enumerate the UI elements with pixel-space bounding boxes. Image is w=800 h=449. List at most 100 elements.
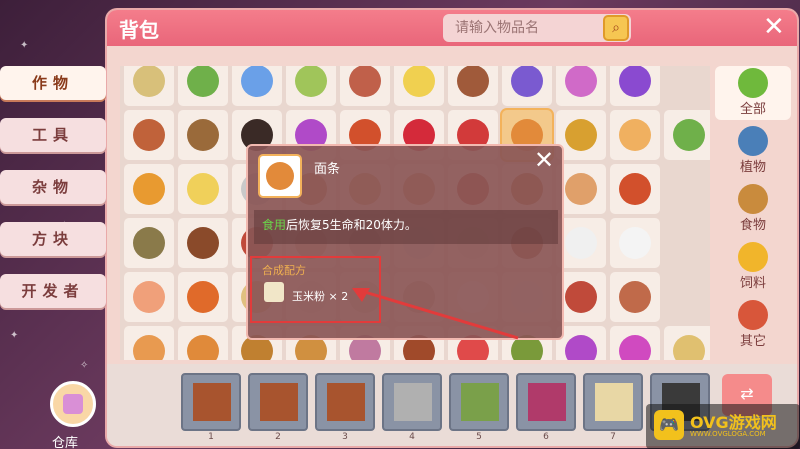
sidebar-item-3[interactable]: 方块 xyxy=(0,222,106,256)
category-2[interactable]: 食物 xyxy=(715,182,791,236)
item-icon xyxy=(619,119,651,151)
tent-icon xyxy=(595,383,633,421)
sidebar-item-4[interactable]: 开发者 xyxy=(0,274,106,308)
item-slot[interactable] xyxy=(286,66,336,106)
hotbar-slot[interactable] xyxy=(248,373,308,431)
bamboo-icon xyxy=(461,383,499,421)
item-slot[interactable] xyxy=(124,326,174,360)
item-icon xyxy=(511,66,543,97)
magnifier-icon[interactable]: ⌕ xyxy=(603,15,629,41)
category-label: 食物 xyxy=(739,218,766,233)
item-description: 食用后恢复5生命和20体力。 xyxy=(262,216,417,233)
item-slot[interactable] xyxy=(610,164,660,214)
item-slot[interactable] xyxy=(124,272,174,322)
item-icon xyxy=(565,173,597,205)
item-icon xyxy=(187,335,219,360)
item-slot[interactable] xyxy=(178,272,228,322)
slot-number: 1 xyxy=(208,432,214,442)
item-slot[interactable] xyxy=(610,110,660,160)
stone-block-icon xyxy=(394,383,432,421)
sidebar-item-1[interactable]: 工具 xyxy=(0,118,106,152)
item-icon xyxy=(133,173,165,205)
category-1[interactable]: 植物 xyxy=(715,124,791,178)
item-icon xyxy=(187,281,219,313)
category-3[interactable]: 饲料 xyxy=(715,240,791,294)
item-icon xyxy=(673,335,705,360)
sidebar-item-2[interactable]: 杂物 xyxy=(0,170,106,204)
item-slot[interactable] xyxy=(610,326,660,360)
cucumber-icon xyxy=(738,68,768,98)
sparkle-icon: ✦ xyxy=(20,40,29,51)
hotbar-slot[interactable] xyxy=(516,373,576,431)
close-icon[interactable]: ✕ xyxy=(763,12,785,42)
hotbar-slot[interactable] xyxy=(181,373,241,431)
hotbar-slot[interactable] xyxy=(382,373,442,431)
item-slot[interactable] xyxy=(178,66,228,106)
item-slot[interactable] xyxy=(178,326,228,360)
slot-number: 6 xyxy=(543,432,549,442)
item-icon xyxy=(187,66,219,97)
item-icon xyxy=(187,227,219,259)
item-icon xyxy=(619,227,651,259)
sidebar-item-0[interactable]: 作物 xyxy=(0,66,106,100)
item-icon xyxy=(565,119,597,151)
slot-number: 4 xyxy=(409,432,415,442)
item-slot[interactable] xyxy=(178,164,228,214)
noodle-bowl-icon xyxy=(266,162,294,190)
item-icon xyxy=(133,66,165,97)
close-icon[interactable]: ✕ xyxy=(534,146,554,174)
item-slot[interactable] xyxy=(124,164,174,214)
sparkle-icon: ✧ xyxy=(80,360,89,371)
feed-icon xyxy=(738,242,768,272)
item-icon xyxy=(619,173,651,205)
item-icon xyxy=(619,335,651,360)
item-icon xyxy=(241,66,273,97)
hotbar-slot[interactable] xyxy=(315,373,375,431)
item-name: 面条 xyxy=(314,162,341,177)
slot-number: 2 xyxy=(275,432,281,442)
item-icon xyxy=(565,227,597,259)
item-slot[interactable] xyxy=(610,66,660,106)
item-slot[interactable] xyxy=(124,66,174,106)
item-slot[interactable] xyxy=(664,110,710,160)
item-thumbnail xyxy=(258,154,302,198)
desc-keyword: 食用 xyxy=(262,218,287,232)
item-slot[interactable] xyxy=(664,326,710,360)
category-label: 植物 xyxy=(739,160,766,175)
category-4[interactable]: 其它 xyxy=(715,298,791,352)
item-icon xyxy=(133,227,165,259)
item-icon xyxy=(349,66,381,97)
item-slot[interactable] xyxy=(556,66,606,106)
dirt-block-icon xyxy=(327,383,365,421)
pointer-arrow xyxy=(352,288,519,340)
item-slot[interactable] xyxy=(610,272,660,322)
item-slot[interactable] xyxy=(124,218,174,268)
item-icon xyxy=(295,66,327,97)
item-slot[interactable] xyxy=(178,218,228,268)
item-icon xyxy=(565,335,597,360)
item-icon xyxy=(565,66,597,97)
category-label: 全部 xyxy=(739,102,766,117)
item-slot[interactable] xyxy=(394,66,444,106)
plant-icon xyxy=(738,126,768,156)
category-0[interactable]: 全部 xyxy=(715,66,791,120)
item-icon xyxy=(565,281,597,313)
watermark: 🎮 OVG游戏网 WWW.OVGLOGA.COM xyxy=(646,404,800,449)
watermark-subtitle: WWW.OVGLOGA.COM xyxy=(690,430,766,438)
item-icon xyxy=(619,281,651,313)
item-slot[interactable] xyxy=(448,66,498,106)
dirt-block-icon xyxy=(193,383,231,421)
item-slot[interactable] xyxy=(340,66,390,106)
hotbar-slot[interactable] xyxy=(583,373,643,431)
warehouse-button[interactable] xyxy=(50,381,96,427)
item-slot[interactable] xyxy=(124,110,174,160)
hotbar-slot[interactable] xyxy=(449,373,509,431)
item-slot[interactable] xyxy=(502,66,552,106)
item-slot[interactable] xyxy=(232,66,282,106)
item-slot[interactable] xyxy=(610,218,660,268)
item-icon xyxy=(457,66,489,97)
item-icon xyxy=(133,281,165,313)
item-slot[interactable] xyxy=(178,110,228,160)
magenta-block-icon xyxy=(528,383,566,421)
category-label: 其它 xyxy=(739,334,766,349)
